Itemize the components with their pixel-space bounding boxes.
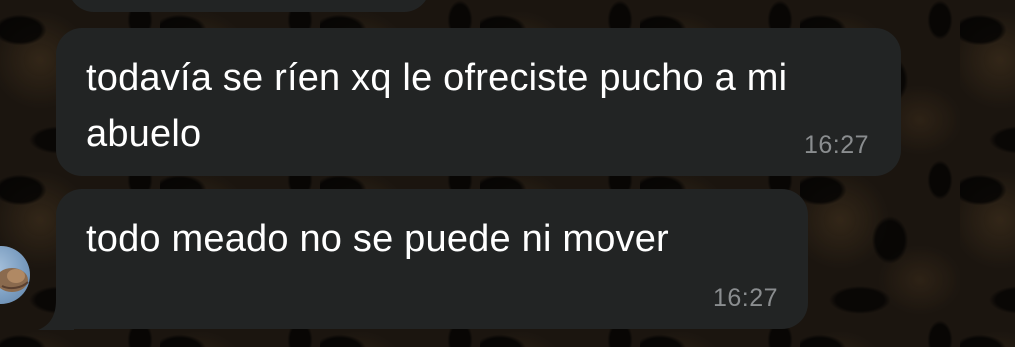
message-timestamp: 16:27: [803, 131, 869, 159]
message-bubble[interactable]: todavía se ríen xq le ofreciste pucho a …: [56, 28, 901, 176]
message-text: todavía se ríen xq le ofreciste pucho a …: [86, 57, 788, 155]
message-text: todo meado no se puede ni mover: [86, 218, 669, 260]
chat-conversation: todavía se ríen xq le ofreciste pucho a …: [0, 0, 1015, 347]
message-bubble-previous[interactable]: [68, 0, 430, 12]
message-bubble[interactable]: todo meado no se puede ni mover 16:27: [56, 189, 808, 329]
message-timestamp: 16:27: [712, 284, 778, 312]
contact-avatar-icon[interactable]: [0, 246, 30, 304]
bubble-tail-icon: [38, 300, 74, 330]
